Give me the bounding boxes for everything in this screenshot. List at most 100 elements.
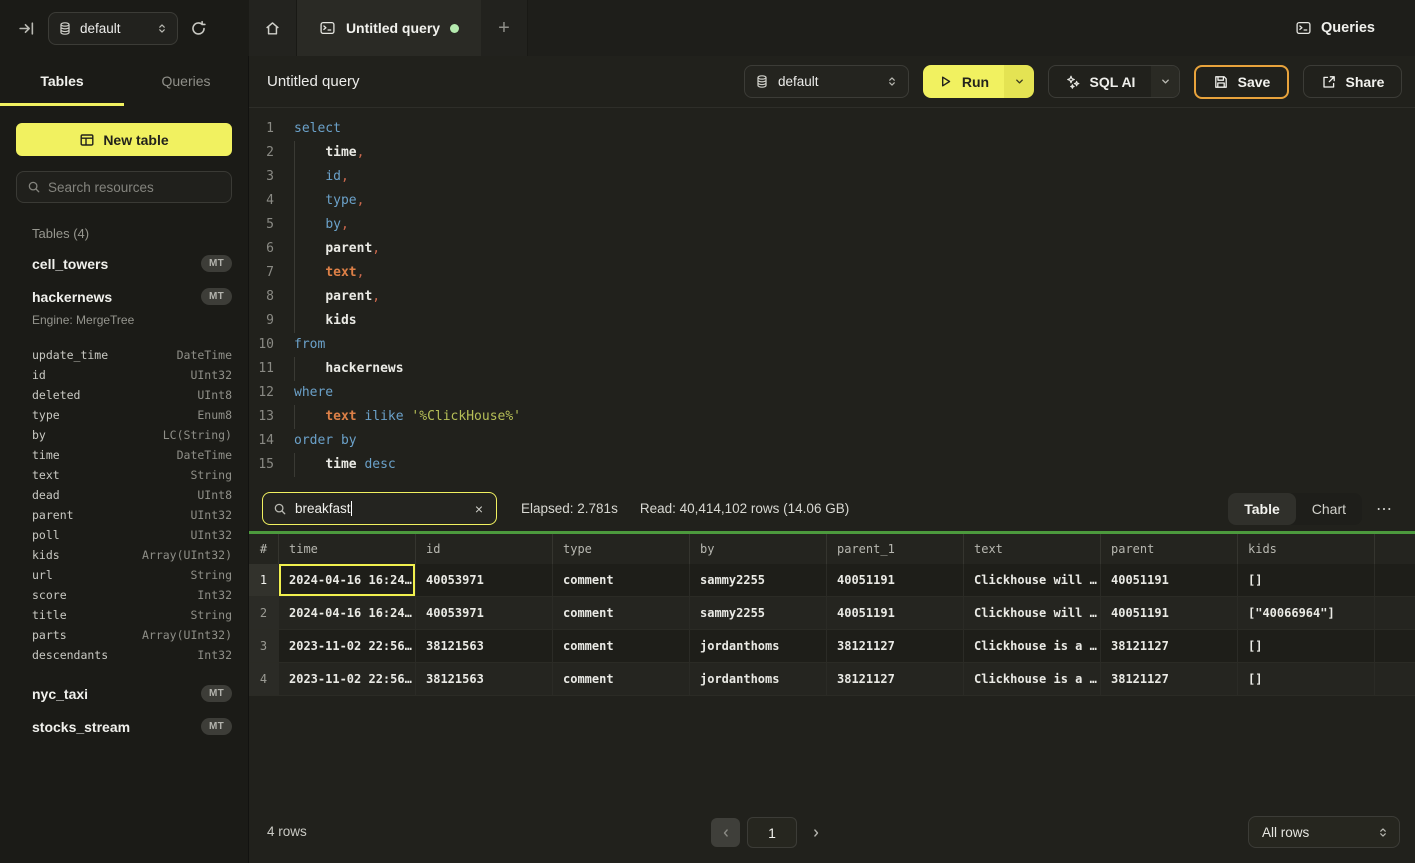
cell-type[interactable]: comment <box>553 597 690 629</box>
view-toggle-chart[interactable]: Chart <box>1296 493 1362 525</box>
top-bar-left: default <box>0 0 249 56</box>
sidebar-table-nyc_taxi[interactable]: nyc_taxi MT <box>0 677 248 710</box>
code-line-11[interactable]: 11 hackernews <box>249 357 1415 381</box>
line-number: 8 <box>249 285 291 309</box>
cell-type[interactable]: comment <box>553 630 690 662</box>
sql-editor[interactable]: 1select2 time,3 id,4 type,5 by,6 parent,… <box>249 108 1415 486</box>
new-table-button[interactable]: New table <box>16 123 232 156</box>
cell-parent_1[interactable]: 40051191 <box>827 597 964 629</box>
schema-column-text: textString <box>0 465 248 485</box>
code-line-14[interactable]: 14order by <box>249 429 1415 453</box>
next-page-button[interactable] <box>804 818 828 847</box>
code-content: time desc <box>291 453 396 477</box>
code-line-8[interactable]: 8 parent, <box>249 285 1415 309</box>
column-header-by[interactable]: by <box>690 534 827 564</box>
cell-time[interactable]: 2024-04-16 16:24… <box>279 564 416 596</box>
code-line-2[interactable]: 2 time, <box>249 141 1415 165</box>
sidebar-search-input[interactable] <box>48 180 221 195</box>
cell-time[interactable]: 2024-04-16 16:24… <box>279 597 416 629</box>
cell-type[interactable]: comment <box>553 663 690 695</box>
code-line-9[interactable]: 9 kids <box>249 309 1415 333</box>
code-line-6[interactable]: 6 parent, <box>249 237 1415 261</box>
line-number: 4 <box>249 189 291 213</box>
tab-untitled-query[interactable]: Untitled query <box>297 0 481 56</box>
cell-by[interactable]: jordanthoms <box>690 630 827 662</box>
code-line-7[interactable]: 7 text, <box>249 261 1415 285</box>
sidebar-tab-queries[interactable]: Queries <box>124 56 248 106</box>
column-header-parent[interactable]: parent <box>1101 534 1238 564</box>
page-size-selector[interactable]: All rows <box>1248 816 1400 848</box>
view-toggle-table[interactable]: Table <box>1228 493 1296 525</box>
column-header-index[interactable]: # <box>249 534 279 564</box>
share-button[interactable]: Share <box>1303 65 1402 98</box>
code-line-4[interactable]: 4 type, <box>249 189 1415 213</box>
column-header-kids[interactable]: kids <box>1238 534 1375 564</box>
sql-ai-options-button[interactable] <box>1151 66 1179 97</box>
cell-parent[interactable]: 40051191 <box>1101 597 1238 629</box>
sidebar-search[interactable] <box>16 171 232 203</box>
sidebar-table-hackernews[interactable]: hackernews MT <box>0 280 248 313</box>
cell-kids[interactable]: [] <box>1238 630 1375 662</box>
cell-parent[interactable]: 38121127 <box>1101 630 1238 662</box>
code-line-3[interactable]: 3 id, <box>249 165 1415 189</box>
run-button-group: Run <box>923 65 1034 98</box>
cell-parent[interactable]: 40051191 <box>1101 564 1238 596</box>
column-header-parent_1[interactable]: parent_1 <box>827 534 964 564</box>
code-line-12[interactable]: 12where <box>249 381 1415 405</box>
cell-time[interactable]: 2023-11-02 22:56… <box>279 663 416 695</box>
column-header-type[interactable]: type <box>553 534 690 564</box>
code-line-13[interactable]: 13 text ilike '%ClickHouse%' <box>249 405 1415 429</box>
cell-text[interactable]: Clickhouse is a … <box>964 663 1101 695</box>
cell-kids[interactable]: ["40066964"] <box>1238 597 1375 629</box>
cell-kids[interactable]: [] <box>1238 663 1375 695</box>
code-line-1[interactable]: 1select <box>249 117 1415 141</box>
cell-text[interactable]: Clickhouse is a … <box>964 630 1101 662</box>
cell-text[interactable]: Clickhouse will … <box>964 597 1101 629</box>
page-number-input[interactable]: 1 <box>747 817 797 848</box>
prev-page-button[interactable] <box>711 818 740 847</box>
cell-id[interactable]: 38121563 <box>416 630 553 662</box>
column-header-time[interactable]: time <box>279 534 416 564</box>
queries-button[interactable]: Queries <box>1295 0 1375 56</box>
query-database-selector[interactable]: default <box>744 65 909 98</box>
query-database-value: default <box>778 74 877 89</box>
save-button[interactable]: Save <box>1194 65 1289 99</box>
results-search[interactable]: breakfast × <box>262 492 497 525</box>
run-options-button[interactable] <box>1004 65 1034 98</box>
sidebar-table-cell_towers[interactable]: cell_towers MT <box>0 247 248 280</box>
clear-search-icon[interactable]: × <box>472 501 486 517</box>
save-label: Save <box>1238 74 1271 90</box>
cell-id[interactable]: 40053971 <box>416 564 553 596</box>
cell-id[interactable]: 38121563 <box>416 663 553 695</box>
cell-time[interactable]: 2023-11-02 22:56… <box>279 630 416 662</box>
sidebar-table-stocks_stream[interactable]: stocks_stream MT <box>0 710 248 743</box>
cell-text[interactable]: Clickhouse will … <box>964 564 1101 596</box>
cell-parent_1[interactable]: 40051191 <box>827 564 964 596</box>
run-button[interactable]: Run <box>923 65 1004 98</box>
column-header-id[interactable]: id <box>416 534 553 564</box>
cell-parent_1[interactable]: 38121127 <box>827 630 964 662</box>
cell-kids[interactable]: [] <box>1238 564 1375 596</box>
database-selector[interactable]: default <box>48 12 178 45</box>
run-label: Run <box>962 74 989 90</box>
cell-parent_1[interactable]: 38121127 <box>827 663 964 695</box>
refresh-icon[interactable] <box>190 20 207 37</box>
more-options-icon[interactable]: ⋯ <box>1372 499 1397 519</box>
cell-id[interactable]: 40053971 <box>416 597 553 629</box>
cell-by[interactable]: sammy2255 <box>690 564 827 596</box>
cell-by[interactable]: sammy2255 <box>690 597 827 629</box>
cell-parent[interactable]: 38121127 <box>1101 663 1238 695</box>
code-line-10[interactable]: 10from <box>249 333 1415 357</box>
new-tab-button[interactable]: + <box>481 0 528 56</box>
home-tab[interactable] <box>249 0 297 56</box>
sql-ai-button[interactable]: SQL AI <box>1049 66 1151 97</box>
sidebar-tab-tables[interactable]: Tables <box>0 56 124 106</box>
code-line-15[interactable]: 15 time desc <box>249 453 1415 477</box>
schema-column-type: typeEnum8 <box>0 405 248 425</box>
line-number: 11 <box>249 357 291 381</box>
cell-type[interactable]: comment <box>553 564 690 596</box>
cell-by[interactable]: jordanthoms <box>690 663 827 695</box>
code-line-5[interactable]: 5 by, <box>249 213 1415 237</box>
column-header-text[interactable]: text <box>964 534 1101 564</box>
collapse-sidebar-icon[interactable] <box>18 20 35 37</box>
